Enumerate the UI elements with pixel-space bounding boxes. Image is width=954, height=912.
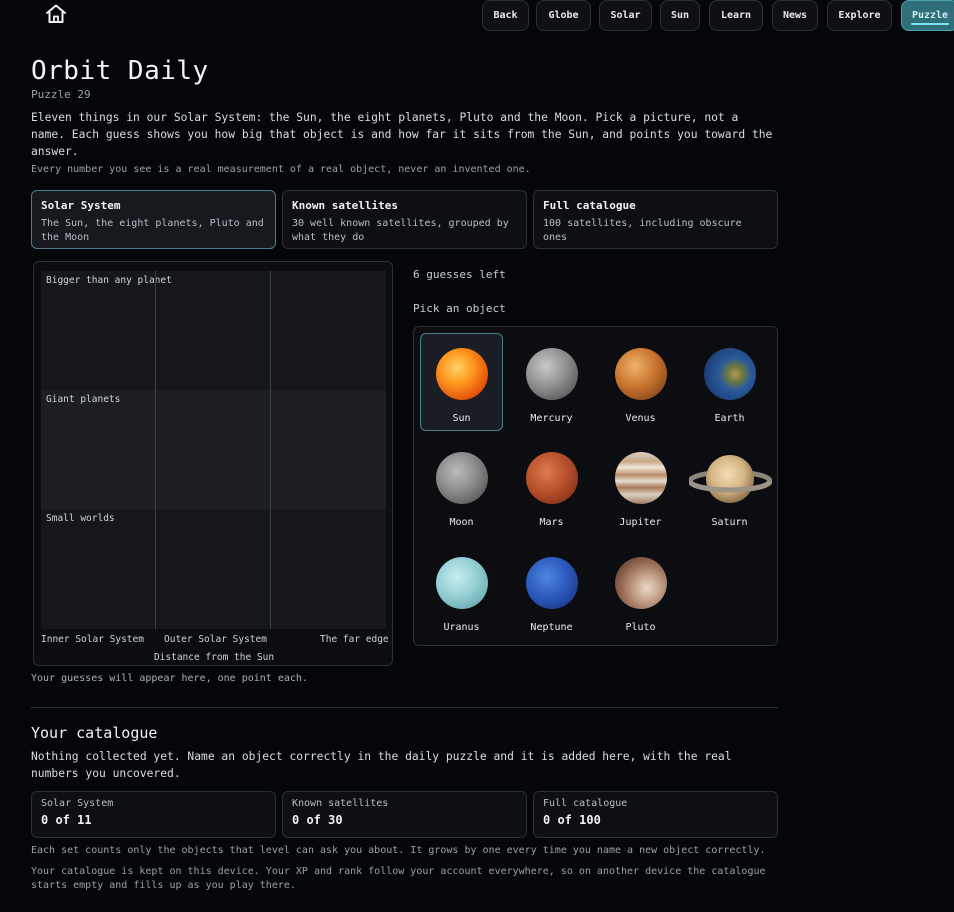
object-name: Earth bbox=[714, 413, 745, 424]
count-full-catalogue: Full catalogue 0 of 100 bbox=[533, 791, 778, 838]
section-divider bbox=[31, 707, 778, 708]
object-moon[interactable]: Moon bbox=[420, 437, 503, 535]
tier-name: Known satellites bbox=[292, 199, 398, 212]
nav-news-button[interactable]: News bbox=[772, 0, 818, 31]
catalogue-footnote: Each set counts only the objects that le… bbox=[31, 845, 766, 856]
page-title: Orbit Daily bbox=[31, 56, 209, 86]
sun-image bbox=[435, 348, 488, 400]
object-name: Sun bbox=[452, 413, 471, 424]
nav-learn-button[interactable]: Learn bbox=[709, 0, 763, 31]
object-neptune[interactable]: Neptune bbox=[510, 542, 593, 640]
x-axis-label: Distance from the Sun bbox=[153, 652, 275, 663]
nav-globe-button[interactable]: Globe bbox=[536, 0, 591, 31]
object-mars[interactable]: Mars bbox=[510, 437, 593, 535]
saturn-image bbox=[689, 455, 772, 503]
tier-solar-system[interactable]: Solar System The Sun, the eight planets,… bbox=[31, 190, 276, 249]
band-label: Giant planets bbox=[46, 394, 121, 405]
band-giant-planets: Giant planets bbox=[41, 390, 386, 509]
object-name: Neptune bbox=[530, 622, 573, 633]
object-name: Pluto bbox=[625, 622, 656, 633]
tier-desc: 30 well known satellites, grouped by wha… bbox=[292, 218, 509, 243]
count-value: 0 of 100 bbox=[543, 813, 601, 827]
tier-full-catalogue[interactable]: Full catalogue 100 satellites, including… bbox=[533, 190, 778, 249]
object-name: Mercury bbox=[530, 413, 573, 424]
catalogue-title: Your catalogue bbox=[31, 724, 158, 742]
tier-name: Full catalogue bbox=[543, 199, 636, 212]
pluto-image bbox=[614, 557, 667, 609]
band-bigger-than-any-planet: Bigger than any planet bbox=[41, 271, 386, 390]
jupiter-image bbox=[614, 452, 667, 504]
object-saturn[interactable]: Saturn bbox=[688, 437, 772, 535]
band-small-worlds: Small worlds bbox=[41, 509, 386, 629]
object-name: Jupiter bbox=[619, 517, 662, 528]
zone-divider bbox=[270, 271, 271, 629]
object-picker: Sun Mercury Venus Earth Moon Mars Jupite… bbox=[413, 326, 778, 646]
x-category-far-edge: The far edge bbox=[320, 634, 389, 645]
chart-hint: Your guesses will appear here, one point… bbox=[31, 673, 308, 684]
tier-desc: 100 satellites, including obscure ones bbox=[543, 218, 742, 243]
count-solar-system: Solar System 0 of 11 bbox=[31, 791, 276, 838]
measurement-note: Every number you see is a real measureme… bbox=[31, 164, 531, 175]
object-sun[interactable]: Sun bbox=[420, 333, 503, 431]
nav-sun-button[interactable]: Sun bbox=[660, 0, 700, 31]
object-mercury[interactable]: Mercury bbox=[510, 333, 593, 431]
nav-explore-button[interactable]: Explore bbox=[827, 0, 892, 31]
band-label: Bigger than any planet bbox=[46, 275, 172, 286]
band-label: Small worlds bbox=[46, 513, 115, 524]
x-category-inner: Inner Solar System bbox=[41, 634, 144, 645]
tier-desc: The Sun, the eight planets, Pluto and th… bbox=[41, 218, 264, 243]
tier-name: Solar System bbox=[41, 199, 121, 212]
count-value: 0 of 11 bbox=[41, 813, 92, 827]
chart-plot-area: Bigger than any planet Giant planets Sma… bbox=[41, 271, 386, 629]
catalogue-storage-note: Your catalogue is kept on this device. Y… bbox=[31, 866, 766, 891]
object-jupiter[interactable]: Jupiter bbox=[599, 437, 682, 535]
catalogue-desc: Nothing collected yet. Name an object co… bbox=[31, 750, 732, 780]
intro-text: Eleven things in our Solar System: the S… bbox=[31, 111, 773, 158]
count-known-satellites: Known satellites 0 of 30 bbox=[282, 791, 527, 838]
venus-image bbox=[614, 348, 667, 400]
earth-image bbox=[703, 348, 756, 400]
count-label: Known satellites bbox=[292, 798, 389, 809]
mars-image bbox=[525, 452, 578, 504]
mercury-image bbox=[525, 348, 578, 400]
object-uranus[interactable]: Uranus bbox=[420, 542, 503, 640]
object-name: Venus bbox=[625, 413, 656, 424]
object-earth[interactable]: Earth bbox=[688, 333, 771, 431]
puzzle-number: Puzzle 29 bbox=[31, 88, 91, 101]
moon-image bbox=[435, 452, 488, 504]
object-name: Uranus bbox=[443, 622, 480, 633]
nav-back-button[interactable]: Back bbox=[482, 0, 529, 31]
nav-puzzle-button[interactable]: Puzzle bbox=[901, 0, 954, 31]
object-name: Moon bbox=[449, 517, 474, 528]
tier-known-satellites[interactable]: Known satellites 30 well known satellite… bbox=[282, 190, 527, 249]
object-name: Saturn bbox=[711, 517, 748, 528]
object-venus[interactable]: Venus bbox=[599, 333, 682, 431]
count-value: 0 of 30 bbox=[292, 813, 343, 827]
count-label: Full catalogue bbox=[543, 798, 628, 809]
uranus-image bbox=[435, 557, 488, 609]
guesses-left: 6 guesses left bbox=[413, 268, 506, 281]
object-pluto[interactable]: Pluto bbox=[599, 542, 682, 640]
neptune-image bbox=[525, 557, 578, 609]
object-name: Mars bbox=[539, 517, 564, 528]
guess-chart: Bigger than any planet Giant planets Sma… bbox=[33, 261, 393, 666]
x-category-outer: Outer Solar System bbox=[164, 634, 267, 645]
home-icon[interactable] bbox=[44, 3, 68, 25]
pick-label: Pick an object bbox=[413, 302, 506, 315]
nav-solar-button[interactable]: Solar bbox=[599, 0, 652, 31]
zone-divider bbox=[155, 271, 156, 629]
count-label: Solar System bbox=[41, 798, 114, 809]
